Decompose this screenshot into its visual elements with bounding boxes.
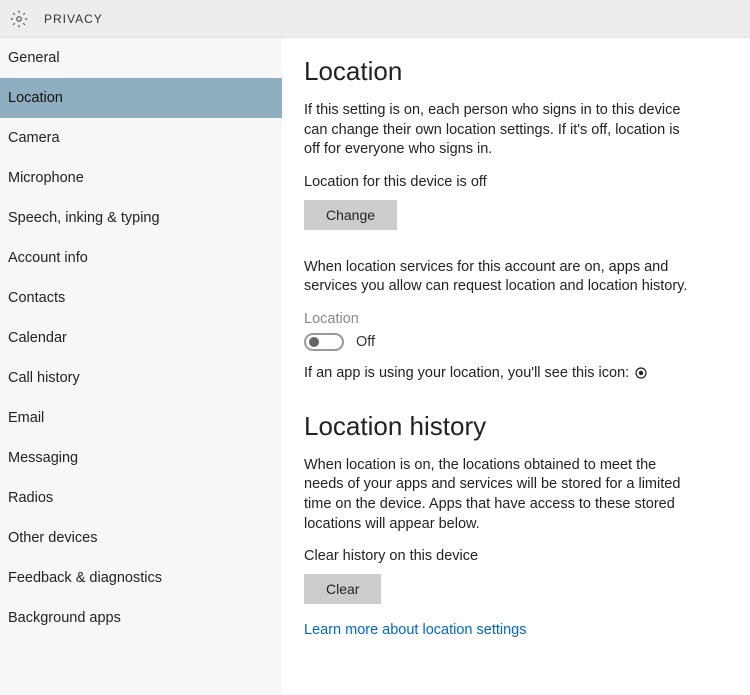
header-title: PRIVACY [44, 12, 103, 26]
sidebar-item-radios[interactable]: Radios [0, 478, 282, 518]
app-using-location-line: If an app is using your location, you'll… [304, 365, 730, 381]
location-toggle-label: Location [304, 311, 730, 327]
gear-icon [10, 10, 28, 28]
sidebar-item-account-info[interactable]: Account info [0, 238, 282, 278]
sidebar-item-other-devices[interactable]: Other devices [0, 518, 282, 558]
sidebar-item-background-apps[interactable]: Background apps [0, 598, 282, 638]
sidebar-item-location[interactable]: Location [0, 78, 282, 118]
sidebar-item-camera[interactable]: Camera [0, 118, 282, 158]
sidebar: GeneralLocationCameraMicrophoneSpeech, i… [0, 38, 282, 695]
location-toggle[interactable] [304, 333, 344, 351]
change-button[interactable]: Change [304, 200, 397, 230]
main-panel: Location If this setting is on, each per… [282, 38, 750, 695]
history-description: When location is on, the locations obtai… [304, 456, 699, 534]
sidebar-item-call-history[interactable]: Call history [0, 358, 282, 398]
sidebar-item-speech-inking-typing[interactable]: Speech, inking & typing [0, 198, 282, 238]
account-location-description: When location services for this account … [304, 258, 699, 297]
learn-more-link[interactable]: Learn more about location settings [304, 622, 730, 638]
sidebar-item-contacts[interactable]: Contacts [0, 278, 282, 318]
header-bar: PRIVACY [0, 0, 750, 38]
location-description: If this setting is on, each person who s… [304, 101, 699, 160]
location-in-use-icon [635, 367, 647, 379]
sidebar-item-microphone[interactable]: Microphone [0, 158, 282, 198]
sidebar-item-feedback-diagnostics[interactable]: Feedback & diagnostics [0, 558, 282, 598]
sidebar-item-calendar[interactable]: Calendar [0, 318, 282, 358]
sidebar-item-general[interactable]: General [0, 38, 282, 78]
clear-button[interactable]: Clear [304, 574, 381, 604]
location-heading: Location [304, 56, 730, 87]
sidebar-item-messaging[interactable]: Messaging [0, 438, 282, 478]
toggle-knob [309, 337, 319, 347]
location-toggle-state: Off [356, 334, 375, 350]
sidebar-item-email[interactable]: Email [0, 398, 282, 438]
history-heading: Location history [304, 411, 730, 442]
clear-history-label: Clear history on this device [304, 548, 730, 564]
device-location-status: Location for this device is off [304, 174, 730, 190]
